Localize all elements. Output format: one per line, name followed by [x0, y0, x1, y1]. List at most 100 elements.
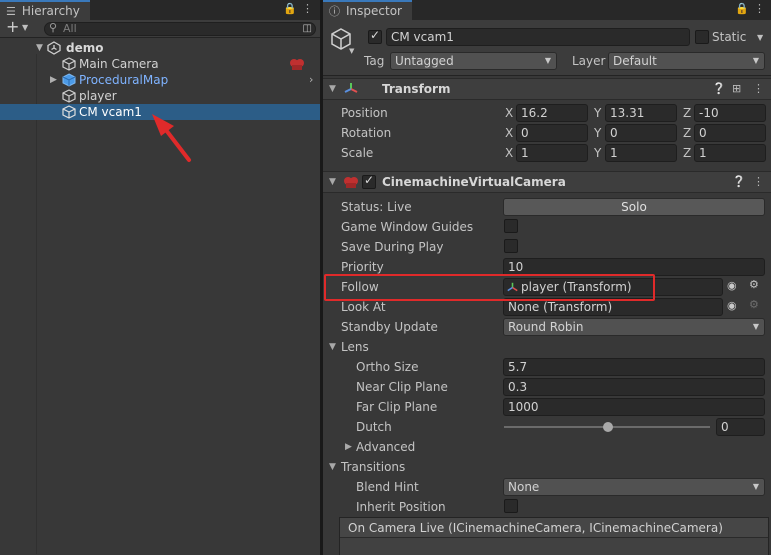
status-label: Status: Live [341, 200, 412, 214]
advanced-expand-arrow-icon[interactable]: ▶ [345, 442, 352, 452]
layer-label: Layer [572, 54, 606, 68]
layer-dropdown[interactable]: Default [608, 52, 765, 70]
gear-icon[interactable]: ⚙ [749, 298, 759, 311]
hierarchy-item-procedural-map[interactable]: ▶ ProceduralMap › [0, 72, 320, 88]
gear-icon[interactable]: ⚙ [749, 278, 759, 291]
lens-collapse-arrow-icon[interactable]: ▼ [329, 342, 336, 352]
scene-name: demo [66, 41, 104, 55]
advanced-label[interactable]: Advanced [356, 439, 415, 455]
dutch-input[interactable]: 0 [716, 418, 765, 436]
near-clip-plane-label: Near Clip Plane [356, 380, 448, 394]
active-checkbox[interactable] [368, 28, 382, 44]
follow-highlight-box [324, 274, 655, 301]
on-camera-live-event-title: On Camera Live (ICinemachineCamera, ICin… [340, 518, 768, 538]
icon-dropdown-arrow-icon[interactable]: ▼ [349, 47, 354, 55]
chevron-right-icon[interactable]: › [309, 72, 313, 88]
tag-dropdown[interactable]: Untagged [390, 52, 557, 70]
axis-x-label: X [505, 106, 514, 120]
vcam-title: CinemachineVirtualCamera [382, 175, 566, 189]
more-menu-icon[interactable]: ⋮ [753, 175, 764, 188]
far-clip-plane-label: Far Clip Plane [356, 400, 438, 414]
dropdown-arrow-icon[interactable]: ▼ [22, 23, 28, 32]
save-during-play-checkbox[interactable] [504, 239, 518, 253]
position-x-input[interactable]: 16.2 [516, 104, 588, 122]
inherit-position-checkbox[interactable] [504, 499, 518, 513]
lens-label[interactable]: Lens [341, 339, 369, 355]
scale-z-input[interactable]: 1 [694, 144, 766, 162]
hierarchy-search-input[interactable]: ⚲ All ◫ [44, 22, 316, 36]
expand-arrow-icon[interactable]: ▶ [50, 72, 57, 88]
unity-scene-icon [47, 41, 61, 55]
list-icon: ☰ [6, 4, 16, 18]
hierarchy-item-main-camera[interactable]: Main Camera [0, 56, 320, 72]
preset-icon[interactable]: ⊞ [732, 82, 741, 95]
hierarchy-item-label: CM vcam1 [79, 105, 142, 119]
ortho-size-label: Ortho Size [356, 360, 419, 374]
dutch-slider-handle[interactable] [603, 422, 613, 432]
look-at-label: Look At [341, 300, 386, 314]
more-menu-icon[interactable]: ⋮ [753, 82, 764, 95]
lock-icon[interactable]: 🔒 [735, 2, 749, 15]
transitions-label[interactable]: Transitions [341, 459, 405, 475]
position-y-input[interactable]: 13.31 [605, 104, 677, 122]
rotation-x-input[interactable]: 0 [516, 124, 588, 142]
ortho-size-input[interactable]: 5.7 [503, 358, 765, 376]
far-clip-plane-input[interactable]: 1000 [503, 398, 765, 416]
filter-icon[interactable]: ◫ [303, 23, 312, 35]
lock-icon[interactable]: 🔒 [283, 2, 297, 15]
near-clip-plane-input[interactable]: 0.3 [503, 378, 765, 396]
hierarchy-item-label: player [79, 89, 117, 103]
scale-label: Scale [341, 146, 374, 160]
help-icon[interactable]: ❔ [712, 82, 726, 95]
rotation-y-input[interactable]: 0 [605, 124, 677, 142]
object-picker-icon[interactable]: ◉ [727, 299, 737, 312]
expand-arrow-icon[interactable]: ▼ [36, 40, 43, 56]
add-button[interactable]: + [6, 17, 19, 36]
position-label: Position [341, 106, 388, 120]
scale-x-input[interactable]: 1 [516, 144, 588, 162]
inherit-position-label: Inherit Position [356, 500, 446, 514]
on-camera-live-event: On Camera Live (ICinemachineCamera, ICin… [339, 517, 769, 555]
more-menu-icon[interactable]: ⋮ [302, 2, 313, 15]
position-z-input[interactable]: -10 [694, 104, 766, 122]
gameobject-icon [62, 89, 76, 103]
cinemachine-brain-icon [290, 59, 304, 70]
inspector-tabbar: ⓘ Inspector 🔒 ⋮ [323, 0, 771, 20]
collapse-arrow-icon[interactable]: ▼ [329, 177, 336, 187]
transitions-collapse-arrow-icon[interactable]: ▼ [329, 462, 336, 472]
object-picker-icon[interactable]: ◉ [727, 279, 737, 292]
static-label: Static [712, 30, 747, 44]
hierarchy-tabbar: ☰ Hierarchy 🔒 ⋮ [0, 0, 320, 20]
standby-update-label: Standby Update [341, 320, 438, 334]
help-icon[interactable]: ❔ [732, 175, 746, 188]
rotation-z-input[interactable]: 0 [694, 124, 766, 142]
transform-header[interactable]: ▼ Transform ❔ ⊞ ⋮ [323, 78, 771, 100]
static-dropdown-arrow-icon[interactable]: ▼ [757, 33, 763, 42]
hierarchy-item-player[interactable]: player [0, 88, 320, 104]
blend-hint-label: Blend Hint [356, 480, 419, 494]
axis-y-label: Y [594, 126, 602, 140]
axis-y-label: Y [594, 106, 602, 120]
axis-y-label: Y [594, 146, 602, 160]
inspector-header: ▼ CM vcam1 Static ▼ Tag Untagged Layer D… [323, 20, 771, 76]
blend-hint-dropdown[interactable]: None [503, 478, 765, 496]
search-placeholder: All [63, 22, 77, 35]
hierarchy-item-label: ProceduralMap [79, 73, 169, 87]
tree-guide-line [36, 54, 37, 554]
hierarchy-panel: ☰ Hierarchy 🔒 ⋮ + ▼ ⚲ All ◫ ▼ demo Main … [0, 0, 320, 555]
vcam-enabled-checkbox[interactable] [362, 173, 376, 189]
game-window-guides-checkbox[interactable] [504, 219, 518, 233]
static-checkbox[interactable] [695, 30, 709, 44]
tab-hierarchy-label: Hierarchy [21, 4, 80, 18]
priority-label: Priority [341, 260, 384, 274]
solo-button[interactable]: Solo [503, 198, 765, 216]
tab-inspector[interactable]: ⓘ Inspector [323, 0, 412, 20]
collapse-arrow-icon[interactable]: ▼ [329, 84, 336, 94]
vcam-header[interactable]: ▼ CinemachineVirtualCamera ❔ ⋮ [323, 171, 771, 193]
scene-row[interactable]: ▼ demo [0, 40, 320, 56]
scale-y-input[interactable]: 1 [605, 144, 677, 162]
more-menu-icon[interactable]: ⋮ [754, 2, 765, 15]
standby-update-dropdown[interactable]: Round Robin [503, 318, 765, 336]
save-during-play-label: Save During Play [341, 240, 444, 254]
object-name-input[interactable]: CM vcam1 [386, 28, 690, 46]
